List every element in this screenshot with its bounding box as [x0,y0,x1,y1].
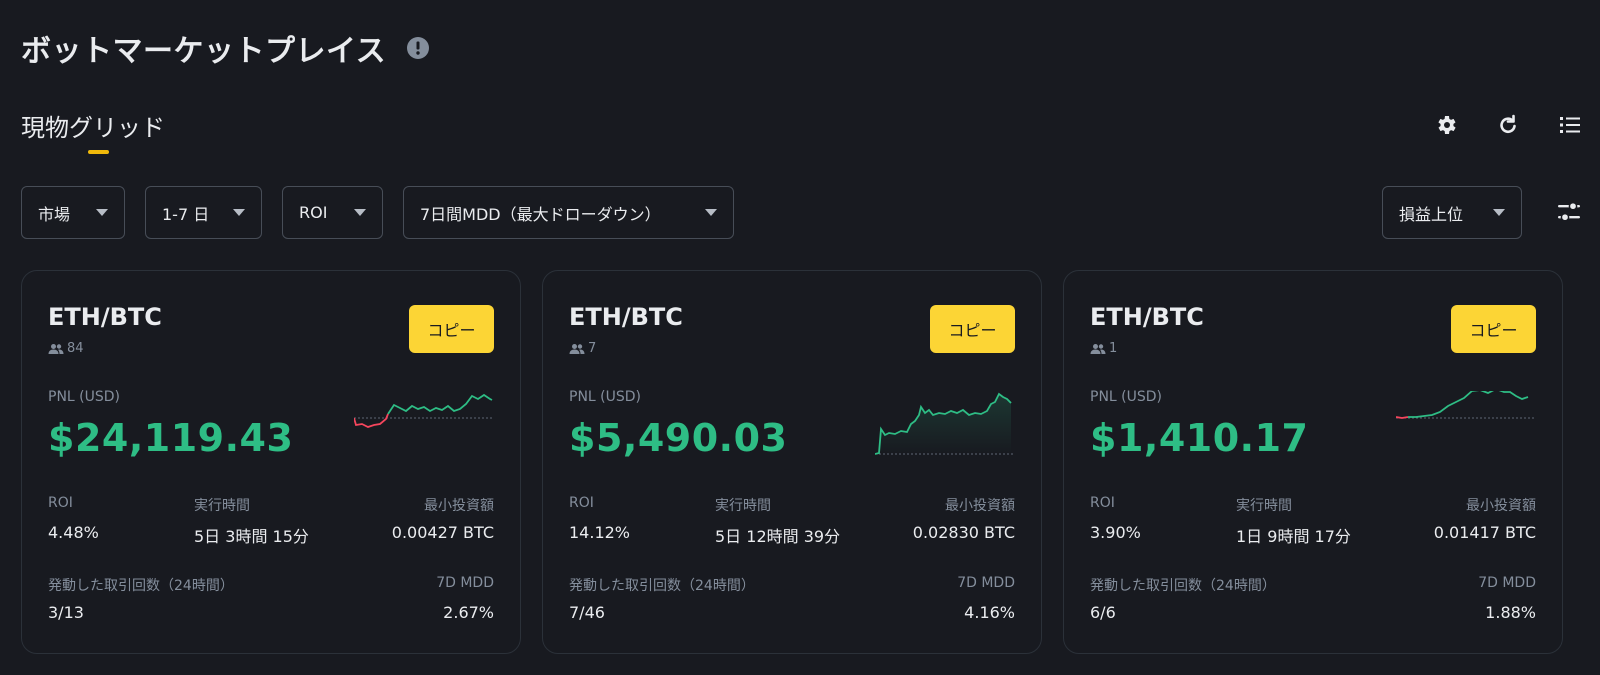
runtime-label: 実行時間 [194,498,250,514]
users-icon [1090,343,1106,354]
roi-value: 4.48% [48,523,99,542]
page-title: ボットマーケットプレイス [21,34,387,69]
trades-value: 3/13 [48,603,84,622]
runtime-value: 5日 3時間 15分 [194,527,309,546]
min-investment-label: 最小投資額 [1466,498,1536,514]
roi-label: ROI [569,495,594,511]
user-count-value: 1 [1109,341,1118,356]
runtime-label: 実行時間 [715,498,771,514]
tab-label: 現物グリッド [21,114,165,142]
mdd-value: 4.16% [964,603,1015,622]
roi-label: ROI [48,495,73,511]
roi-filter-label: ROI [299,203,328,222]
bot-card[interactable]: ETH/BTC 84 コピー PNL (USD) $24,119.43 ROI … [21,270,521,654]
tab-active-indicator [88,150,109,154]
runtime-value: 5日 12時間 39分 [715,527,841,546]
user-count: 84 [48,341,84,356]
chevron-down-icon [1493,209,1505,216]
gear-icon[interactable] [1433,112,1459,138]
trades-label: 発動した取引回数（24時間） [48,578,234,594]
chevron-down-icon [705,209,717,216]
pnl-sparkline [875,392,1015,455]
min-investment-label: 最小投資額 [424,498,494,514]
chevron-down-icon [96,209,108,216]
pnl-label: PNL (USD) [48,389,121,405]
runtime-label: 実行時間 [1236,498,1292,514]
mdd-label: 7D MDD [1478,575,1536,591]
users-icon [48,343,64,354]
min-investment-value: 0.02830 BTC [912,523,1015,542]
mdd-filter-label: 7日間MDD（最大ドローダウン） [420,204,661,224]
sort-select[interactable]: 損益上位 [1382,186,1522,239]
list-icon[interactable] [1557,112,1583,138]
trades-value: 6/6 [1090,603,1116,622]
roi-value: 3.90% [1090,523,1141,542]
mdd-label: 7D MDD [957,575,1015,591]
copy-button[interactable]: コピー [409,305,494,353]
pnl-value: $1,410.17 [1090,416,1309,460]
pnl-value: $24,119.43 [48,416,294,460]
pnl-value: $5,490.03 [569,416,788,460]
pnl-sparkline [1396,391,1536,419]
min-investment-label: 最小投資額 [945,498,1015,514]
pnl-sparkline [354,393,494,428]
toolbar [1433,112,1583,138]
bot-card[interactable]: ETH/BTC 7 コピー PNL (USD) $5,490.03 ROI 14… [542,270,1042,654]
pair-name: ETH/BTC [569,303,683,331]
users-icon [569,343,585,354]
pnl-label: PNL (USD) [569,389,642,405]
period-filter-label: 1-7 日 [162,204,210,224]
runtime-value: 1日 9時間 17分 [1236,527,1351,546]
mdd-label: 7D MDD [436,575,494,591]
mdd-value: 1.88% [1485,603,1536,622]
user-count-value: 84 [67,341,84,356]
sliders-icon[interactable] [1555,198,1583,226]
trades-label: 発動した取引回数（24時間） [569,578,755,594]
mdd-value: 2.67% [443,603,494,622]
market-filter-label: 市場 [38,204,71,224]
min-investment-value: 0.00427 BTC [391,523,494,542]
copy-button[interactable]: コピー [1451,305,1536,353]
user-count-value: 7 [588,341,597,356]
period-filter[interactable]: 1-7 日 [145,186,262,239]
trades-label: 発動した取引回数（24時間） [1090,578,1276,594]
trades-value: 7/46 [569,603,605,622]
user-count: 1 [1090,341,1117,356]
info-icon[interactable] [406,36,430,60]
refresh-icon[interactable] [1495,112,1521,138]
pair-name: ETH/BTC [48,303,162,331]
pnl-label: PNL (USD) [1090,389,1163,405]
page-header: ボットマーケットプレイス [21,26,430,70]
roi-value: 14.12% [569,523,631,542]
tab-spot-grid[interactable]: 現物グリッド [21,108,165,154]
filter-bar: 市場 1-7 日 ROI 7日間MDD（最大ドローダウン） 損益上位 [21,186,1583,239]
market-filter[interactable]: 市場 [21,186,125,239]
user-count: 7 [569,341,596,356]
bot-card[interactable]: ETH/BTC 1 コピー PNL (USD) $1,410.17 ROI 3.… [1063,270,1563,654]
roi-filter[interactable]: ROI [282,186,383,239]
roi-label: ROI [1090,495,1115,511]
min-investment-value: 0.01417 BTC [1433,523,1536,542]
sort-select-label: 損益上位 [1399,204,1464,224]
copy-button[interactable]: コピー [930,305,1015,353]
mdd-filter[interactable]: 7日間MDD（最大ドローダウン） [403,186,734,239]
chevron-down-icon [354,209,366,216]
pair-name: ETH/BTC [1090,303,1204,331]
chevron-down-icon [233,209,245,216]
